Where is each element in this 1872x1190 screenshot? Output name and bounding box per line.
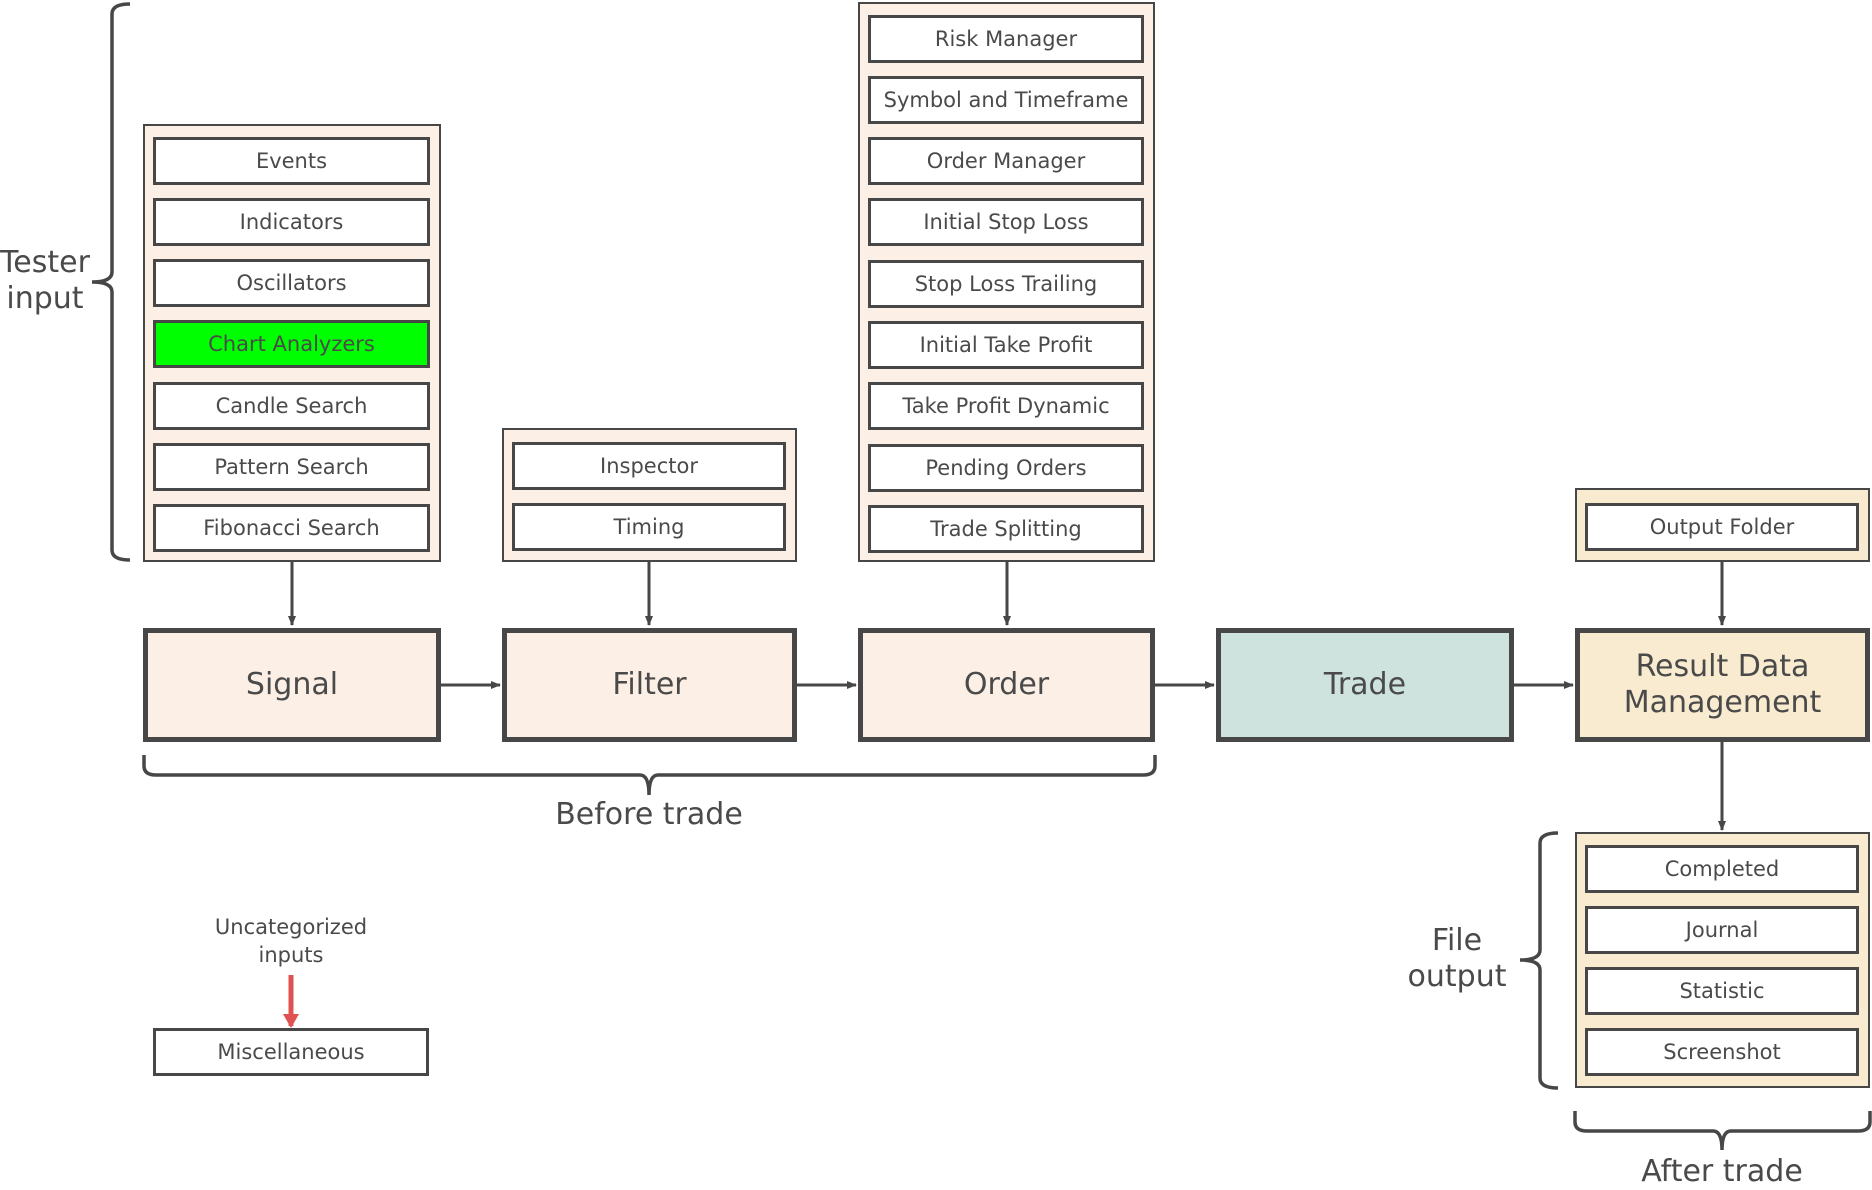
brace-tester-input (91, 2, 131, 562)
order-input-item[interactable]: Stop Loss Trailing (868, 259, 1144, 308)
stage-signal[interactable]: Signal (143, 628, 441, 742)
brace-before-trade (142, 755, 1157, 796)
file-output-item[interactable]: Journal (1585, 905, 1859, 954)
signal-input-item[interactable]: Events (153, 136, 430, 185)
signal-input-item-highlighted[interactable]: Chart Analyzers (153, 320, 430, 369)
brace-after-trade (1573, 1111, 1872, 1151)
stage-order[interactable]: Order (858, 628, 1155, 742)
order-input-item[interactable]: Pending Orders (868, 443, 1144, 492)
signal-input-item[interactable]: Oscillators (153, 259, 430, 308)
before-trade-label: Before trade (555, 797, 743, 832)
brace-file-output (1519, 831, 1559, 1090)
order-input-item[interactable]: Initial Stop Loss (868, 198, 1144, 247)
order-input-item[interactable]: Order Manager (868, 137, 1144, 186)
filter-inputs-group: Inspector Timing (502, 428, 797, 562)
order-inputs-group: Risk Manager Symbol and Timeframe Order Ma… (858, 2, 1155, 562)
signal-inputs-group: Events Indicators Oscillators Chart Analyze… (143, 124, 441, 562)
order-input-item[interactable]: Risk Manager (868, 14, 1144, 63)
file-output-item[interactable]: Completed (1585, 844, 1859, 893)
tester-input-label: Tester input (0, 245, 90, 316)
signal-input-item[interactable]: Pattern Search (153, 443, 430, 491)
filter-input-item[interactable]: Timing (512, 502, 786, 551)
signal-input-item[interactable]: Candle Search (153, 381, 430, 430)
uncategorized-inputs-label: Uncategorized inputs (214, 915, 368, 967)
order-input-item[interactable]: Trade Splitting (868, 504, 1144, 553)
result-inputs-group: Output Folder (1575, 488, 1870, 562)
miscellaneous-box[interactable]: Miscellaneous (153, 1028, 429, 1076)
order-input-item[interactable]: Initial Take Profit (868, 321, 1144, 369)
filter-input-item[interactable]: Inspector (512, 441, 786, 490)
order-input-item[interactable]: Symbol and Timeframe (868, 75, 1144, 124)
stage-filter[interactable]: Filter (502, 628, 797, 742)
file-output-item[interactable]: Screenshot (1585, 1028, 1859, 1077)
file-outputs-group: Completed Journal Statistic Screenshot (1575, 832, 1870, 1088)
order-input-item[interactable]: Take Profit Dynamic (868, 382, 1144, 431)
file-output-label: File output (1407, 923, 1507, 994)
output-folder-item[interactable]: Output Folder (1585, 502, 1859, 551)
signal-input-item[interactable]: Indicators (153, 197, 430, 246)
stage-result-data-management[interactable]: Result Data Management (1575, 628, 1870, 742)
signal-input-item[interactable]: Fibonacci Search (153, 504, 430, 553)
stage-trade[interactable]: Trade (1216, 628, 1514, 742)
file-output-item[interactable]: Statistic (1585, 967, 1859, 1016)
